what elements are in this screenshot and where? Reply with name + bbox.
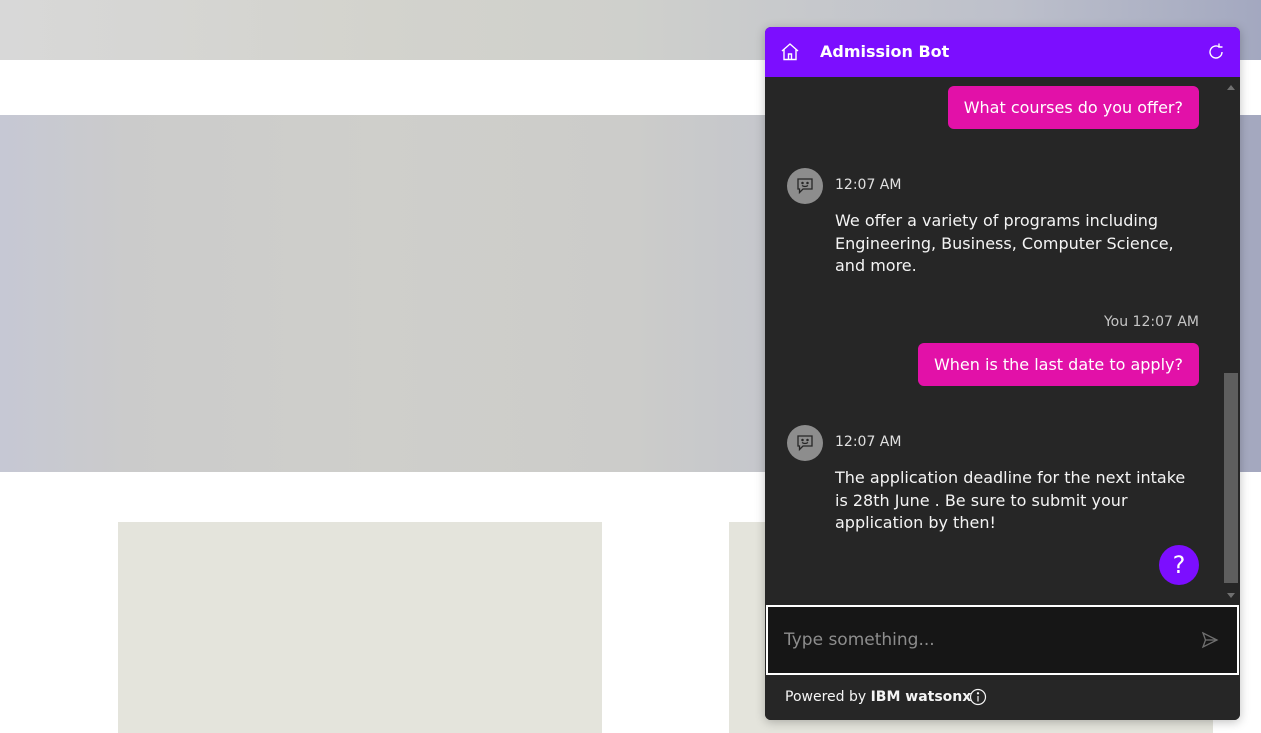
scroll-up-arrow-icon[interactable] <box>1227 85 1235 90</box>
info-icon[interactable] <box>969 688 987 706</box>
powered-by-prefix: Powered by <box>785 689 871 705</box>
chat-title: Admission Bot <box>820 42 950 61</box>
send-icon[interactable] <box>1201 631 1219 649</box>
scrollbar[interactable] <box>1222 77 1240 604</box>
chat-widget: Admission Bot What courses do you offer?… <box>765 27 1240 720</box>
scroll-down-arrow-icon[interactable] <box>1227 593 1235 598</box>
message-input-area <box>766 605 1239 675</box>
home-icon[interactable] <box>779 41 801 63</box>
user-message: What courses do you offer? <box>947 86 1199 129</box>
bot-timestamp: 12:07 AM <box>835 177 902 193</box>
chat-header: Admission Bot <box>765 27 1240 77</box>
help-icon[interactable]: ? <box>1159 545 1199 585</box>
message-list: What courses do you offer? 12:07 AM We o… <box>765 77 1240 604</box>
chat-footer: Powered by IBM watsonx <box>765 676 1240 720</box>
user-message: When is the last date to apply? <box>917 343 1199 386</box>
bot-avatar-icon <box>787 168 823 204</box>
powered-by: Powered by IBM watsonx <box>785 689 971 705</box>
user-timestamp: You 12:07 AM <box>1103 314 1199 330</box>
message-input[interactable] <box>784 607 1184 673</box>
bot-message: We offer a variety of programs including… <box>835 211 1174 275</box>
page: Admission Bot What courses do you offer?… <box>0 0 1261 733</box>
content-card-left <box>118 522 602 733</box>
scroll-thumb[interactable] <box>1224 373 1238 583</box>
restart-icon[interactable] <box>1206 42 1226 62</box>
bot-timestamp: 12:07 AM <box>835 434 902 450</box>
bot-message: The application deadline for the next in… <box>835 468 1186 532</box>
bot-avatar-icon <box>787 425 823 461</box>
brand-name: IBM watsonx <box>870 689 972 705</box>
